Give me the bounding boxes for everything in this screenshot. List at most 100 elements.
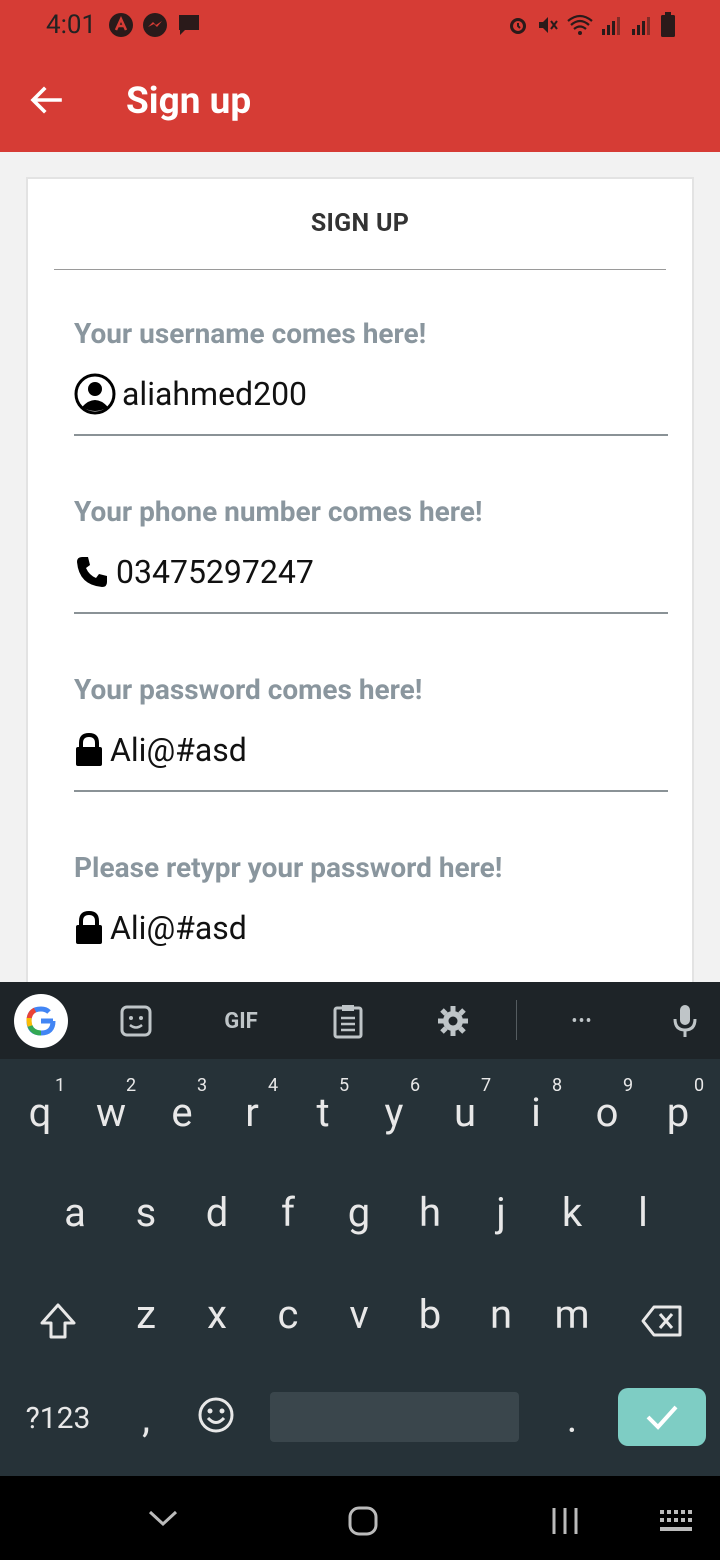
recents-icon bbox=[552, 1508, 578, 1534]
shift-icon bbox=[40, 1303, 76, 1339]
home-icon bbox=[348, 1506, 378, 1536]
key-j[interactable]: j bbox=[471, 1189, 531, 1236]
username-value: aliahmed200 bbox=[122, 375, 308, 413]
chevron-down-icon bbox=[148, 1510, 178, 1527]
signup-card: SIGN UP Your username comes here! aliahm… bbox=[26, 177, 694, 1007]
arrow-left-icon bbox=[30, 86, 62, 114]
keyboard-toolbar: GIF ••• bbox=[0, 982, 720, 1059]
nav-back-button[interactable] bbox=[146, 1504, 180, 1532]
google-icon[interactable] bbox=[14, 994, 68, 1048]
backspace-key[interactable] bbox=[640, 1301, 684, 1341]
space-bar[interactable] bbox=[270, 1392, 519, 1442]
password-underline bbox=[74, 790, 668, 792]
key-hint-9: 9 bbox=[623, 1075, 634, 1096]
key-e[interactable]: e bbox=[152, 1089, 212, 1136]
key-hint-3: 3 bbox=[197, 1075, 208, 1096]
password-input[interactable]: Ali@#asd bbox=[74, 730, 668, 770]
key-o[interactable]: o bbox=[577, 1089, 637, 1136]
key-hint-4: 4 bbox=[268, 1075, 279, 1096]
phone-label: Your phone number comes here! bbox=[74, 495, 483, 528]
keyboard-switch-button[interactable] bbox=[658, 1508, 694, 1534]
keyboard: q w e r t y u i o p 1 2 3 4 5 6 7 8 9 0 … bbox=[0, 1059, 720, 1476]
period-key[interactable]: . bbox=[542, 1395, 602, 1442]
username-label: Your username comes here! bbox=[74, 317, 427, 350]
key-n[interactable]: n bbox=[471, 1291, 531, 1338]
microphone-icon[interactable] bbox=[665, 1001, 705, 1041]
key-b[interactable]: b bbox=[400, 1291, 460, 1338]
key-m[interactable]: m bbox=[542, 1291, 602, 1338]
retype-password-input[interactable]: Ali@#asd bbox=[74, 908, 668, 948]
key-p[interactable]: p bbox=[648, 1089, 708, 1136]
signal-icon-2 bbox=[632, 17, 650, 35]
card-divider bbox=[54, 269, 666, 270]
phone-icon bbox=[74, 551, 110, 593]
key-q[interactable]: q bbox=[10, 1089, 70, 1136]
key-hint-0: 0 bbox=[694, 1075, 705, 1096]
password-value: Ali@#asd bbox=[110, 731, 247, 769]
battery-icon bbox=[661, 12, 675, 37]
comma-key[interactable]: , bbox=[116, 1395, 176, 1442]
password-field: Your password comes here! Ali@#asd bbox=[74, 673, 668, 792]
symbols-key[interactable]: ?123 bbox=[18, 1401, 98, 1436]
emoji-key[interactable] bbox=[196, 1395, 236, 1435]
signal-icon bbox=[602, 17, 620, 35]
status-bar: 4:01 bbox=[0, 0, 720, 52]
key-y[interactable]: y bbox=[364, 1089, 424, 1136]
username-input[interactable]: aliahmed200 bbox=[74, 373, 668, 415]
username-field: Your username comes here! aliahmed200 bbox=[74, 317, 668, 436]
key-t[interactable]: t bbox=[293, 1089, 353, 1136]
key-k[interactable]: k bbox=[542, 1189, 602, 1236]
phone-input[interactable]: 03475297247 bbox=[74, 552, 668, 592]
key-hint-5: 5 bbox=[339, 1075, 350, 1096]
key-w[interactable]: w bbox=[81, 1089, 141, 1136]
key-hint-1: 1 bbox=[55, 1075, 66, 1096]
wifi-icon bbox=[567, 14, 593, 35]
lock-icon bbox=[74, 729, 104, 771]
key-h[interactable]: h bbox=[400, 1189, 460, 1236]
gif-button[interactable]: GIF bbox=[218, 1001, 264, 1041]
key-hint-6: 6 bbox=[410, 1075, 421, 1096]
user-circle-icon bbox=[74, 373, 116, 415]
message-icon bbox=[179, 15, 199, 35]
key-hint-2: 2 bbox=[126, 1075, 137, 1096]
retype-password-value: Ali@#asd bbox=[110, 909, 247, 947]
nav-home-button[interactable] bbox=[346, 1504, 380, 1538]
backspace-icon bbox=[641, 1305, 682, 1337]
more-button[interactable]: ••• bbox=[562, 1001, 602, 1041]
password-label: Your password comes here! bbox=[74, 673, 423, 706]
card-title: SIGN UP bbox=[310, 209, 410, 238]
key-x[interactable]: x bbox=[187, 1291, 247, 1338]
key-z[interactable]: z bbox=[116, 1291, 176, 1338]
notification-icons bbox=[108, 12, 202, 38]
shift-key[interactable] bbox=[36, 1299, 80, 1343]
enter-key[interactable] bbox=[618, 1388, 706, 1446]
retype-password-field: Please retypr your password here! Ali@#a… bbox=[74, 851, 668, 948]
key-a[interactable]: a bbox=[45, 1189, 105, 1236]
key-r[interactable]: r bbox=[222, 1089, 282, 1136]
page-title: Sign up bbox=[126, 80, 252, 123]
emoji-icon bbox=[198, 1397, 234, 1433]
key-v[interactable]: v bbox=[329, 1291, 389, 1338]
key-c[interactable]: c bbox=[258, 1291, 318, 1338]
settings-gear-icon[interactable] bbox=[433, 1001, 473, 1041]
check-icon bbox=[646, 1405, 678, 1430]
clipboard-icon[interactable] bbox=[328, 1001, 368, 1041]
key-d[interactable]: d bbox=[187, 1189, 247, 1236]
key-s[interactable]: s bbox=[116, 1189, 176, 1236]
app-notification-icon bbox=[109, 13, 133, 37]
key-hint-8: 8 bbox=[552, 1075, 563, 1096]
phone-value: 03475297247 bbox=[116, 553, 314, 591]
key-g[interactable]: g bbox=[329, 1189, 389, 1236]
lock-icon bbox=[74, 907, 104, 949]
username-underline bbox=[74, 434, 668, 436]
back-button[interactable] bbox=[26, 80, 66, 120]
key-u[interactable]: u bbox=[435, 1089, 495, 1136]
retype-password-label: Please retypr your password here! bbox=[74, 851, 503, 884]
app-bar: Sign up bbox=[0, 52, 720, 152]
key-f[interactable]: f bbox=[258, 1189, 318, 1236]
key-hint-7: 7 bbox=[481, 1075, 492, 1096]
key-l[interactable]: l bbox=[613, 1189, 673, 1236]
nav-recents-button[interactable] bbox=[548, 1504, 582, 1538]
sticker-icon[interactable] bbox=[116, 1001, 156, 1041]
key-i[interactable]: i bbox=[506, 1089, 566, 1136]
